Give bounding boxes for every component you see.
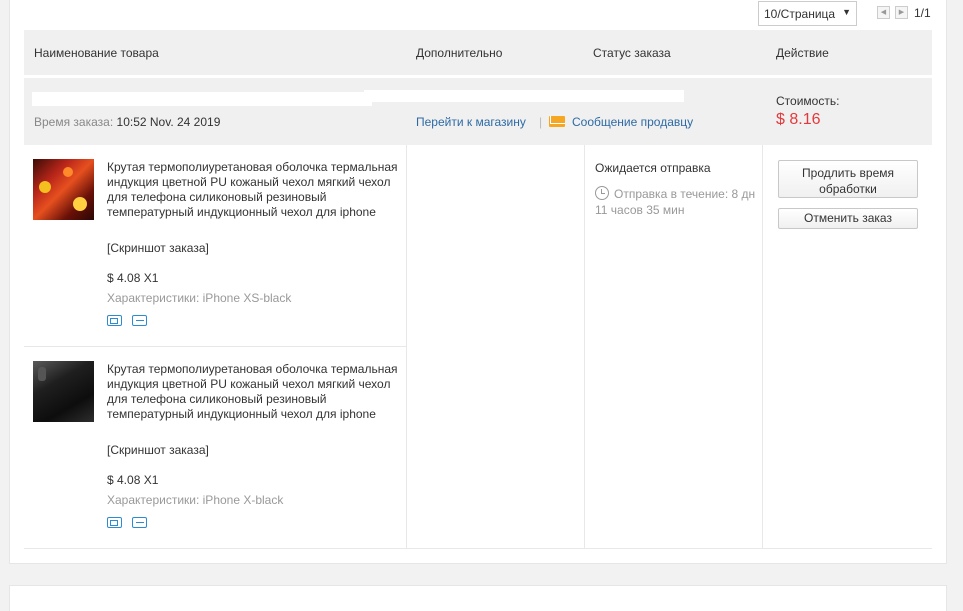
column-divider [406, 145, 407, 548]
next-panel [9, 585, 947, 611]
page-count: 1/1 [914, 6, 931, 20]
cost-label: Стоимость: [776, 94, 840, 108]
order-time: Время заказа: 10:52 Nov. 24 2019 [34, 115, 220, 129]
order-time-label: Время заказа: [34, 115, 114, 129]
envelope-icon [549, 116, 565, 127]
truck-icon[interactable] [107, 315, 122, 326]
product-title[interactable]: Крутая термополиуретановая оболочка терм… [107, 362, 403, 422]
cancel-order-button[interactable]: Отменить заказ [778, 208, 918, 229]
row-divider [24, 346, 406, 347]
truck-icon[interactable] [107, 517, 122, 528]
table-header: Наименование товара Дополнительно Статус… [24, 30, 932, 75]
column-header-action: Действие [776, 46, 829, 60]
message-seller-link[interactable]: Сообщение продавцу [572, 115, 693, 129]
go-to-store-link[interactable]: Перейти к магазину [416, 115, 526, 129]
chevron-right-icon: ▶ [898, 9, 905, 16]
order-status: Ожидается отправка [595, 161, 711, 175]
column-header-status: Статус заказа [593, 46, 671, 60]
product-price: $ 4.08 X1 [107, 271, 159, 285]
order-time-value: 10:52 Nov. 24 2019 [116, 115, 221, 129]
return-icon[interactable] [132, 315, 147, 326]
chevron-down-icon: ▼ [842, 7, 851, 17]
column-header-name: Наименование товара [34, 46, 159, 60]
redacted-area [364, 90, 684, 102]
prev-page-button[interactable]: ◀ [877, 6, 890, 19]
order-header: Время заказа: 10:52 Nov. 24 2019 Перейти… [24, 78, 932, 145]
per-page-select[interactable]: 10/Страница ▼ [758, 1, 857, 26]
order-screenshot-link[interactable]: [Скриншот заказа] [107, 241, 209, 255]
return-icon[interactable] [132, 517, 147, 528]
product-attributes: Характеристики: iPhone X-black [107, 493, 284, 507]
product-image[interactable] [33, 361, 94, 422]
order-screenshot-link[interactable]: [Скриншот заказа] [107, 443, 209, 457]
column-header-extra: Дополнительно [416, 46, 503, 60]
product-image[interactable] [33, 159, 94, 220]
product-price: $ 4.08 X1 [107, 473, 159, 487]
chevron-left-icon: ◀ [880, 9, 887, 16]
extend-processing-button[interactable]: Продлить время обработки [778, 160, 918, 198]
ship-time-countdown: Отправка в течение: 8 дн 11 часов 35 мин [595, 187, 756, 217]
product-title[interactable]: Крутая термополиуретановая оболочка терм… [107, 160, 403, 220]
row-divider [24, 548, 932, 549]
link-separator: | [539, 115, 543, 129]
order-cost: $ 8.16 [776, 111, 821, 128]
next-page-button[interactable]: ▶ [895, 6, 908, 19]
redacted-area [32, 92, 372, 106]
per-page-value: 10/Страница [764, 7, 836, 21]
column-divider [584, 145, 585, 548]
product-attributes: Характеристики: iPhone XS-black [107, 291, 292, 305]
